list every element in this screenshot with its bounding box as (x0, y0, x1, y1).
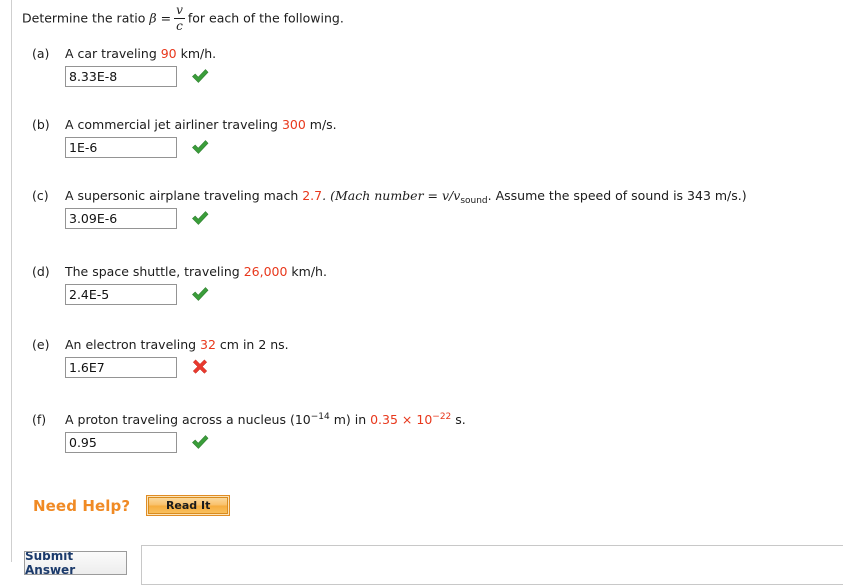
prompt-lead-text: Determine the ratio (22, 10, 146, 26)
prompt-trail-text: for each of the following. (187, 10, 344, 26)
read-it-button-label: Read It (148, 497, 229, 514)
part-e-text: An electron traveling 32 cm in 2 ns. (65, 337, 289, 353)
part-c-subscript: sound (460, 196, 488, 206)
green-check-icon (190, 284, 210, 304)
part-a-label: (a) (32, 46, 50, 61)
green-check-icon (190, 208, 210, 228)
part-b-text: A commercial jet airliner traveling 300 … (65, 117, 337, 133)
part-f-label: (f) (32, 412, 47, 427)
part-b-label: (b) (32, 117, 50, 132)
part-a-highlight: 90 (160, 46, 177, 61)
part-b-text-before: A commercial jet airliner traveling (65, 117, 282, 132)
part-c-answer-row (65, 208, 210, 230)
need-help-section: Need Help? Read It (33, 495, 231, 516)
part-f-text: A proton traveling across a nucleus (10−… (65, 412, 466, 430)
green-check-icon (190, 432, 210, 452)
part-f-text-before: A proton traveling across a nucleus (10 (65, 412, 311, 427)
read-it-button[interactable]: Read It (146, 495, 231, 516)
question-page: Determine the ratio β = v c for each of the… (0, 0, 843, 585)
part-f-answer-input[interactable] (65, 432, 177, 453)
submit-answer-button[interactable]: Submit Answer (24, 551, 127, 575)
part-a-text-before: A car traveling (65, 46, 161, 61)
equals-sign: = (160, 10, 172, 26)
part-e-label: (e) (32, 337, 50, 352)
part-d-text-before: The space shuttle, traveling (65, 264, 244, 279)
part-c-answer-input[interactable] (65, 208, 177, 229)
need-help-label: Need Help? (33, 496, 131, 515)
green-check-icon (190, 137, 210, 157)
part-c-text-after: . (Mach number = v/v (322, 188, 461, 203)
part-b-highlight: 300 (281, 117, 306, 132)
part-f-exponent-2: −22 (432, 412, 452, 422)
part-a-text: A car traveling 90 km/h. (65, 46, 216, 62)
part-c-text-after2: . Assume the speed of sound is 343 m/s.) (487, 188, 747, 203)
fraction-numerator: v (176, 3, 183, 17)
part-c-label: (c) (32, 188, 49, 203)
part-f-highlight: 0.35 × 10 (370, 412, 433, 427)
part-a-text-after: km/h. (176, 46, 217, 61)
part-d-highlight: 26,000 (243, 264, 288, 279)
part-f-text-mid: m) in (329, 412, 371, 427)
part-e-answer-row (65, 357, 210, 379)
part-d-answer-input[interactable] (65, 284, 177, 305)
part-d-text-after: km/h. (287, 264, 327, 279)
part-d-answer-row (65, 284, 210, 306)
question-prompt: Determine the ratio β = v c for each of the… (22, 4, 344, 33)
part-b-answer-input[interactable] (65, 137, 177, 158)
part-b-answer-row (65, 137, 210, 159)
part-e-answer-input[interactable] (65, 357, 177, 378)
part-d-label: (d) (32, 264, 50, 279)
part-f-text-after: s. (451, 412, 466, 427)
part-a-answer-row (65, 66, 210, 88)
bottom-panel (141, 545, 843, 585)
part-e-text-after: cm in 2 ns. (215, 337, 289, 352)
part-c-highlight: 2.7 (302, 188, 323, 203)
question-left-rule (11, 0, 12, 562)
v-over-c-fraction: vc (174, 4, 185, 32)
red-x-icon (190, 357, 210, 377)
part-f-answer-row (65, 432, 210, 454)
beta-symbol: β (149, 10, 157, 26)
part-e-highlight: 32 (200, 337, 216, 352)
part-c-text-before: A supersonic airplane traveling mach (65, 188, 303, 203)
part-c-text: A supersonic airplane traveling mach 2.7… (65, 188, 747, 206)
part-a-answer-input[interactable] (65, 66, 177, 87)
part-e-text-before: An electron traveling (65, 337, 201, 352)
fraction-denominator: c (176, 18, 183, 33)
part-d-text: The space shuttle, traveling 26,000 km/h… (65, 264, 327, 280)
part-b-text-after: m/s. (305, 117, 337, 132)
green-check-icon (190, 66, 210, 86)
part-f-exponent-1: −14 (310, 412, 330, 422)
